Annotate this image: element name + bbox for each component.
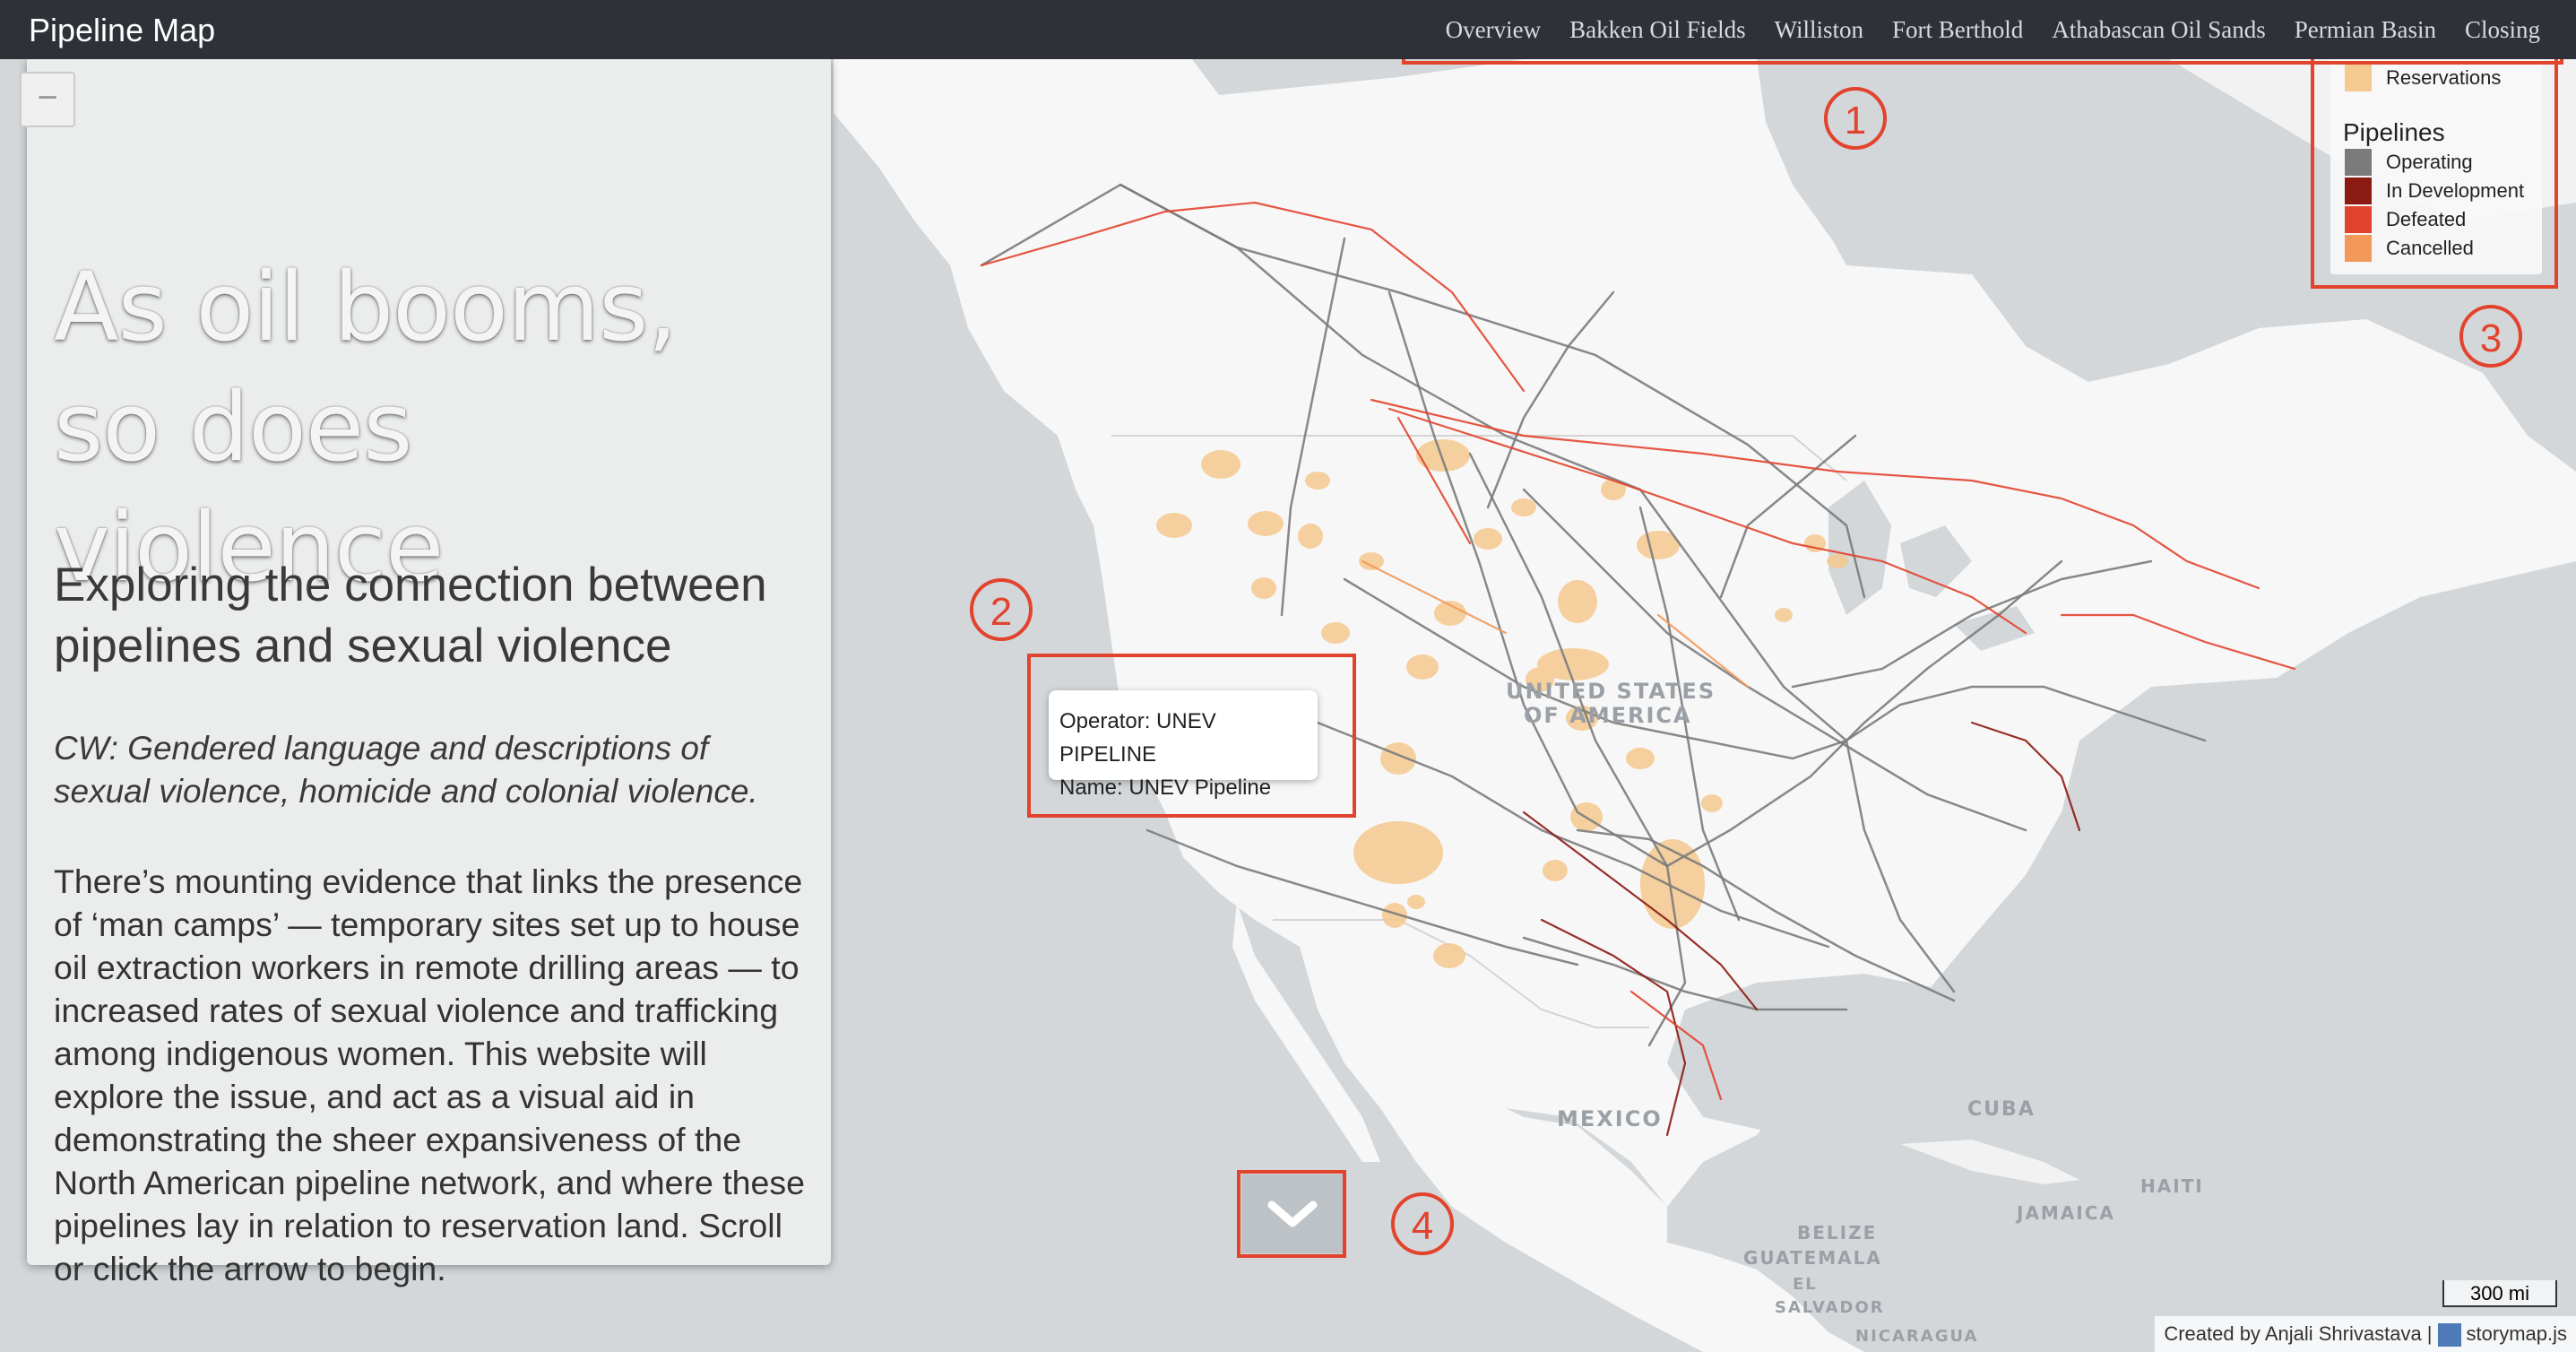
story-body: There’s mounting evidence that links the…: [54, 862, 805, 1287]
callout-number-2: 2: [970, 578, 1033, 641]
label-jamaica: JAMAICA: [2015, 1202, 2115, 1224]
label-el-salvador-1: EL: [1793, 1275, 1818, 1294]
callout-number-3: 3: [2459, 305, 2522, 368]
label-usa-2: OF AMERICA: [1524, 703, 1692, 728]
content-warning: CW: Gendered language and descriptions o…: [54, 730, 758, 810]
reservation-area[interactable]: [1640, 839, 1705, 929]
reservation-area[interactable]: [1251, 577, 1276, 599]
reservation-area[interactable]: [1543, 860, 1568, 881]
label-mexico: MEXICO: [1557, 1106, 1663, 1131]
story-subtitle: Exploring the connection between pipelin…: [54, 559, 767, 672]
storymap-logo-icon: [2437, 1323, 2461, 1348]
reservation-area[interactable]: [1305, 472, 1330, 490]
label-nicaragua: NICARAGUA: [1855, 1327, 1978, 1346]
label-cuba: CUBA: [1967, 1098, 2036, 1121]
nav-item-closing[interactable]: Closing: [2465, 16, 2540, 44]
reservation-area[interactable]: [1156, 513, 1192, 538]
story-panel[interactable]: As oil booms, so does violence Exploring…: [27, 59, 831, 1287]
reservation-area[interactable]: [1433, 943, 1465, 968]
reservation-area[interactable]: [1474, 528, 1502, 550]
label-el-salvador-2: SALVADOR: [1775, 1298, 1885, 1317]
zoom-out-button[interactable]: −: [20, 72, 75, 127]
label-usa-1: UNITED STATES: [1506, 679, 1716, 704]
reservation-area[interactable]: [1407, 895, 1425, 909]
reservation-area[interactable]: [1353, 821, 1443, 884]
story-title: As oil booms, so does violence: [54, 252, 678, 602]
nav-item-bakken-oil-fields[interactable]: Bakken Oil Fields: [1569, 16, 1746, 44]
nav-item-overview[interactable]: Overview: [1446, 16, 1541, 44]
nav-item-williston[interactable]: Williston: [1775, 16, 1863, 44]
label-haiti: HAITI: [2140, 1175, 2204, 1197]
reservation-area[interactable]: [1298, 524, 1323, 549]
reservation-area[interactable]: [1248, 511, 1284, 536]
label-guatemala: GUATEMALA: [1743, 1247, 1882, 1269]
reservation-area[interactable]: [1827, 554, 1848, 568]
callout-number-1: 1: [1824, 87, 1887, 150]
top-navigation-bar: Pipeline Map Overview Bakken Oil Fields …: [0, 0, 2576, 59]
attribution: Created by Anjali Shrivastava | storymap.…: [2155, 1316, 2576, 1352]
callout-number-4: 4: [1391, 1192, 1454, 1255]
reservation-area[interactable]: [1558, 580, 1597, 623]
nav-item-permian-basin[interactable]: Permian Basin: [2295, 16, 2436, 44]
reservation-area[interactable]: [1511, 498, 1536, 516]
nav-item-fort-berthold[interactable]: Fort Berthold: [1892, 16, 2023, 44]
attribution-tool[interactable]: storymap.js: [2467, 1322, 2567, 1345]
nav-item-athabascan-oil-sands[interactable]: Athabascan Oil Sands: [2052, 16, 2265, 44]
callout-box-legend: [2311, 54, 2558, 289]
scale-bar: 300 mi: [2442, 1280, 2557, 1307]
reservation-area[interactable]: [1701, 794, 1723, 812]
reservation-area[interactable]: [1406, 654, 1439, 680]
reservation-area[interactable]: [1416, 439, 1470, 472]
attribution-author: Created by Anjali Shrivastava |: [2164, 1322, 2433, 1345]
reservation-area[interactable]: [1380, 742, 1416, 775]
app-title[interactable]: Pipeline Map: [29, 12, 215, 49]
reservation-area[interactable]: [1321, 622, 1350, 644]
label-belize: BELIZE: [1797, 1222, 1877, 1244]
reservation-area[interactable]: [1626, 748, 1655, 769]
reservation-area[interactable]: [1775, 608, 1793, 622]
reservation-area[interactable]: [1201, 450, 1240, 479]
chapter-nav: Overview Bakken Oil Fields Williston For…: [1446, 0, 2540, 59]
callout-box-tooltip: [1027, 654, 1356, 818]
callout-box-scroll: [1237, 1170, 1346, 1258]
